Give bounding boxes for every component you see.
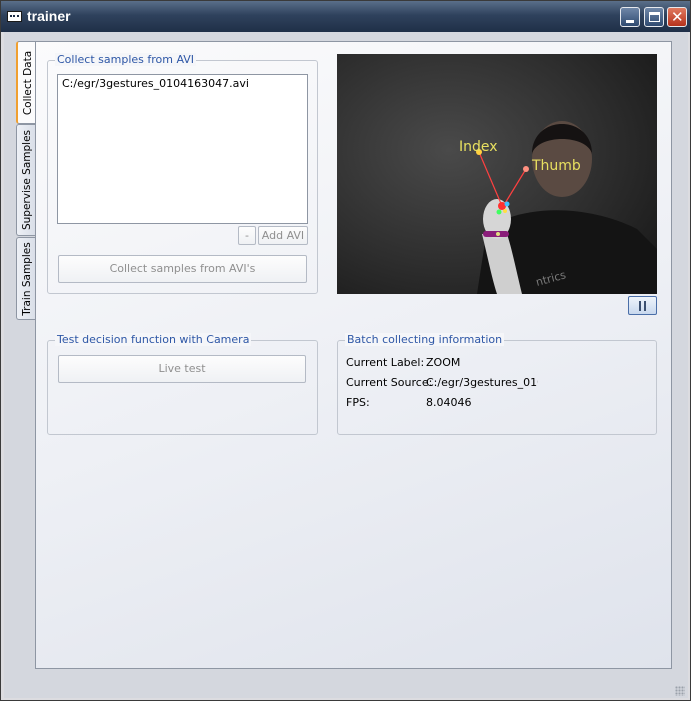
minimize-button[interactable]: [620, 7, 640, 27]
group-title: Test decision function with Camera: [55, 333, 252, 346]
current-label-value: ZOOM: [426, 356, 461, 369]
list-item[interactable]: C:/egr/3gestures_0104163047.avi: [62, 77, 249, 90]
title-bar[interactable]: trainer ✕: [1, 1, 690, 32]
pause-icon-bar: [644, 301, 646, 311]
fps-key: FPS:: [346, 396, 370, 409]
pause-icon: [639, 301, 641, 311]
current-source-key: Current Source:: [346, 376, 433, 389]
hand-point-marker: [504, 201, 510, 207]
index-label: Index: [459, 139, 498, 155]
current-label-key: Current Label:: [346, 356, 425, 369]
tab-train-samples[interactable]: Train Samples: [16, 237, 36, 320]
hand-point-marker: [503, 209, 507, 213]
group-title: Collect samples from AVI: [55, 53, 197, 66]
live-test-button[interactable]: Live test: [58, 355, 306, 383]
current-source-value: C:/egr/3gestures_0104: [426, 376, 538, 389]
collect-samples-button[interactable]: Collect samples from AVI's: [58, 255, 307, 283]
camera-view: ntrics Index Thumb: [337, 54, 657, 294]
client-area: Collect Data Supervise Samples Train Sam…: [4, 32, 688, 698]
pause-button[interactable]: [628, 296, 657, 315]
thumb-label: Thumb: [531, 158, 581, 174]
add-avi-button[interactable]: Add AVI: [258, 226, 308, 245]
avi-file-list[interactable]: C:/egr/3gestures_0104163047.avi: [57, 74, 308, 224]
maximize-icon: [649, 12, 660, 22]
resize-grip[interactable]: [675, 686, 685, 696]
wrist-marker: [496, 232, 500, 236]
minimize-icon: [626, 20, 634, 23]
camera-frame: ntrics Index Thumb: [337, 54, 657, 294]
remove-avi-button[interactable]: -: [238, 226, 256, 245]
tab-label: Train Samples: [20, 241, 33, 316]
window-title: trainer: [27, 8, 71, 24]
thumb-marker: [523, 166, 529, 172]
close-icon: ✕: [671, 8, 684, 26]
fps-value: 8.04046: [426, 396, 472, 409]
group-title: Batch collecting information: [345, 333, 505, 346]
collect-data-page: Collect samples from AVI C:/egr/3gesture…: [35, 41, 672, 669]
tab-supervise-samples[interactable]: Supervise Samples: [16, 124, 36, 236]
hand-point-marker: [496, 209, 502, 215]
tab-label: Supervise Samples: [20, 129, 33, 231]
tab-collect-data[interactable]: Collect Data: [16, 41, 37, 124]
app-window: trainer ✕ Collect Data Supervise Samples…: [0, 0, 691, 701]
close-button[interactable]: ✕: [667, 7, 687, 27]
app-icon[interactable]: [7, 11, 22, 22]
tab-label: Collect Data: [21, 50, 34, 115]
maximize-button[interactable]: [644, 7, 664, 27]
